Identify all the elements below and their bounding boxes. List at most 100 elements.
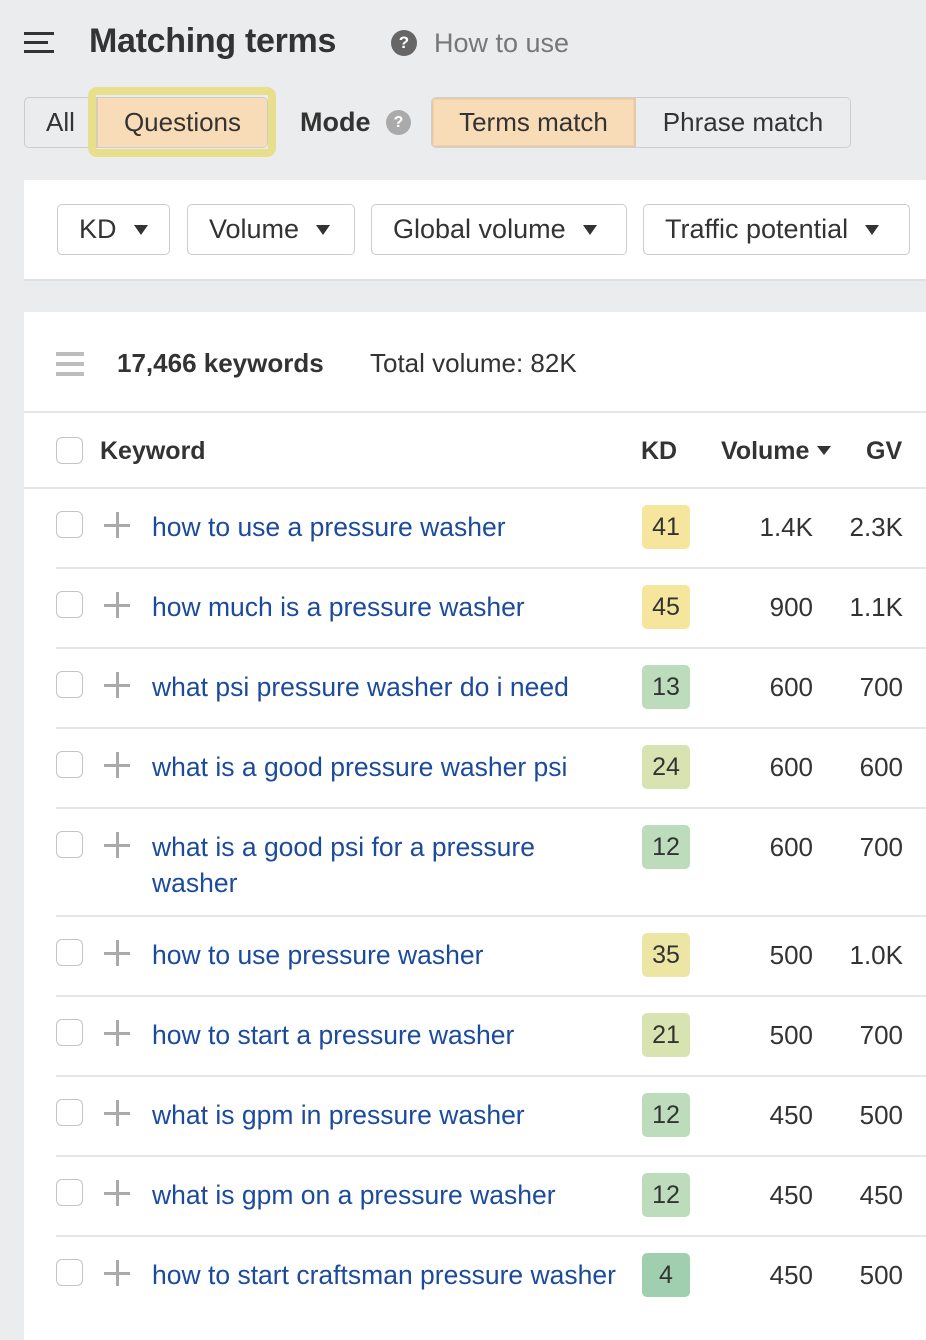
- mode-toggle: Terms match Phrase match: [431, 97, 851, 148]
- kd-badge: 35: [642, 933, 690, 977]
- question-circle-icon[interactable]: ?: [391, 30, 417, 56]
- filter-traffic-potential-label: Traffic potential: [665, 214, 849, 244]
- volume-value: 450: [769, 1260, 813, 1290]
- add-to-list-plus-icon[interactable]: [104, 512, 130, 538]
- column-volume-label: Volume: [721, 437, 810, 465]
- total-volume: Total volume: 82K: [370, 348, 577, 378]
- kd-badge: 12: [642, 825, 690, 869]
- volume-value: 600: [769, 752, 813, 782]
- table-row: what is a good psi for a pressure washer…: [24, 809, 926, 917]
- toggle-terms-match[interactable]: Terms match: [432, 98, 636, 147]
- keyword-link[interactable]: what is gpm on a pressure washer: [152, 1177, 622, 1213]
- add-to-list-plus-icon[interactable]: [104, 752, 130, 778]
- select-all-checkbox[interactable]: [56, 437, 83, 464]
- kd-badge: 13: [642, 665, 690, 709]
- add-to-list-plus-icon[interactable]: [104, 1100, 130, 1126]
- volume-value: 450: [769, 1180, 813, 1210]
- toggle-questions[interactable]: Questions: [97, 98, 267, 147]
- table-row: how much is a pressure washer 45 900 1.1K: [24, 569, 926, 649]
- keyword-link[interactable]: what is gpm in pressure washer: [152, 1097, 622, 1133]
- add-to-list-plus-icon[interactable]: [104, 592, 130, 618]
- gv-value: 700: [859, 832, 903, 862]
- filter-volume[interactable]: Volume: [187, 204, 355, 255]
- kd-badge: 4: [642, 1253, 690, 1297]
- row-checkbox[interactable]: [56, 591, 83, 618]
- table-body: how to use a pressure washer 41 1.4K 2.3K ho…: [24, 489, 926, 1340]
- volume-value: 450: [769, 1100, 813, 1130]
- caret-down-icon: [865, 224, 880, 235]
- add-to-list-plus-icon[interactable]: [104, 832, 130, 858]
- toggle-phrase-match[interactable]: Phrase match: [636, 98, 850, 147]
- column-volume[interactable]: Volume: [721, 437, 832, 466]
- keyword-link[interactable]: how to start craftsman pressure washer: [152, 1257, 622, 1293]
- row-checkbox[interactable]: [56, 1179, 83, 1206]
- table-row: what is gpm in pressure washer 12 450 500: [24, 1077, 926, 1157]
- volume-value: 1.4K: [759, 512, 814, 542]
- row-checkbox[interactable]: [56, 671, 83, 698]
- hamburger-menu-icon[interactable]: [24, 32, 54, 54]
- columns-menu-icon[interactable]: [56, 352, 84, 376]
- add-to-list-plus-icon[interactable]: [104, 1020, 130, 1046]
- table-header: Keyword KD Volume GV: [24, 413, 926, 489]
- gv-value: 500: [859, 1100, 903, 1130]
- mode-label: Mode: [300, 107, 371, 137]
- kd-badge: 12: [642, 1093, 690, 1137]
- row-checkbox[interactable]: [56, 1099, 83, 1126]
- kd-badge: 41: [642, 505, 690, 549]
- toggle-all[interactable]: All: [25, 98, 97, 147]
- gv-value: 1.0K: [849, 940, 904, 970]
- gv-value: 1.1K: [849, 592, 904, 622]
- filter-global-volume[interactable]: Global volume: [371, 204, 627, 255]
- caret-down-icon: [582, 224, 597, 235]
- keyword-link[interactable]: what psi pressure washer do i need: [152, 669, 622, 705]
- table-row: what is gpm on a pressure washer 12 450 450: [24, 1157, 926, 1237]
- caret-down-icon: [133, 224, 148, 235]
- keyword-link[interactable]: how to start a pressure washer: [152, 1017, 622, 1053]
- keyword-count: 17,466 keywords: [117, 348, 324, 378]
- table-row: how to start craftsman pressure washer 4 4…: [24, 1237, 926, 1340]
- row-checkbox[interactable]: [56, 939, 83, 966]
- page-title: Matching terms: [89, 22, 337, 60]
- kd-badge: 24: [642, 745, 690, 789]
- column-keyword[interactable]: Keyword: [100, 437, 206, 466]
- table-row: how to use a pressure washer 41 1.4K 2.3K: [24, 489, 926, 569]
- row-checkbox[interactable]: [56, 511, 83, 538]
- keyword-type-toggle: All Questions: [24, 97, 268, 148]
- filter-panel: KD Volume Global volume Traffic potentia…: [24, 180, 926, 281]
- filter-traffic-potential[interactable]: Traffic potential: [643, 204, 910, 255]
- volume-value: 600: [769, 832, 813, 862]
- gv-value: 500: [859, 1260, 903, 1290]
- filter-kd-label: KD: [79, 214, 117, 244]
- column-gv[interactable]: GV: [866, 437, 902, 466]
- table-row: how to use pressure washer 35 500 1.0K: [24, 917, 926, 997]
- gv-value: 2.3K: [849, 512, 904, 542]
- gv-value: 700: [859, 1020, 903, 1050]
- keyword-link[interactable]: what is a good pressure washer psi: [152, 749, 622, 785]
- kd-badge: 45: [642, 585, 690, 629]
- results-summary: 17,466 keywords Total volume: 82K: [24, 312, 926, 413]
- keyword-link[interactable]: what is a good psi for a pressure washer: [152, 829, 622, 901]
- volume-value: 500: [769, 940, 813, 970]
- mode-question-icon[interactable]: ?: [386, 110, 411, 135]
- gv-value: 600: [859, 752, 903, 782]
- gv-value: 700: [859, 672, 903, 702]
- keyword-link[interactable]: how to use a pressure washer: [152, 509, 622, 545]
- row-checkbox[interactable]: [56, 831, 83, 858]
- sort-desc-icon: [817, 445, 832, 455]
- keyword-link[interactable]: how to use pressure washer: [152, 937, 622, 973]
- row-checkbox[interactable]: [56, 1019, 83, 1046]
- how-to-use-link[interactable]: How to use: [434, 28, 569, 59]
- add-to-list-plus-icon[interactable]: [104, 940, 130, 966]
- table-row: what psi pressure washer do i need 13 600 7…: [24, 649, 926, 729]
- add-to-list-plus-icon[interactable]: [104, 1180, 130, 1206]
- add-to-list-plus-icon[interactable]: [104, 672, 130, 698]
- header: Matching terms ? How to use: [0, 0, 926, 90]
- filter-kd[interactable]: KD: [57, 204, 170, 255]
- column-kd[interactable]: KD: [641, 437, 677, 466]
- add-to-list-plus-icon[interactable]: [104, 1260, 130, 1286]
- keyword-link[interactable]: how much is a pressure washer: [152, 589, 622, 625]
- row-checkbox[interactable]: [56, 751, 83, 778]
- filter-global-volume-label: Global volume: [393, 214, 566, 244]
- row-checkbox[interactable]: [56, 1259, 83, 1286]
- caret-down-icon: [316, 224, 331, 235]
